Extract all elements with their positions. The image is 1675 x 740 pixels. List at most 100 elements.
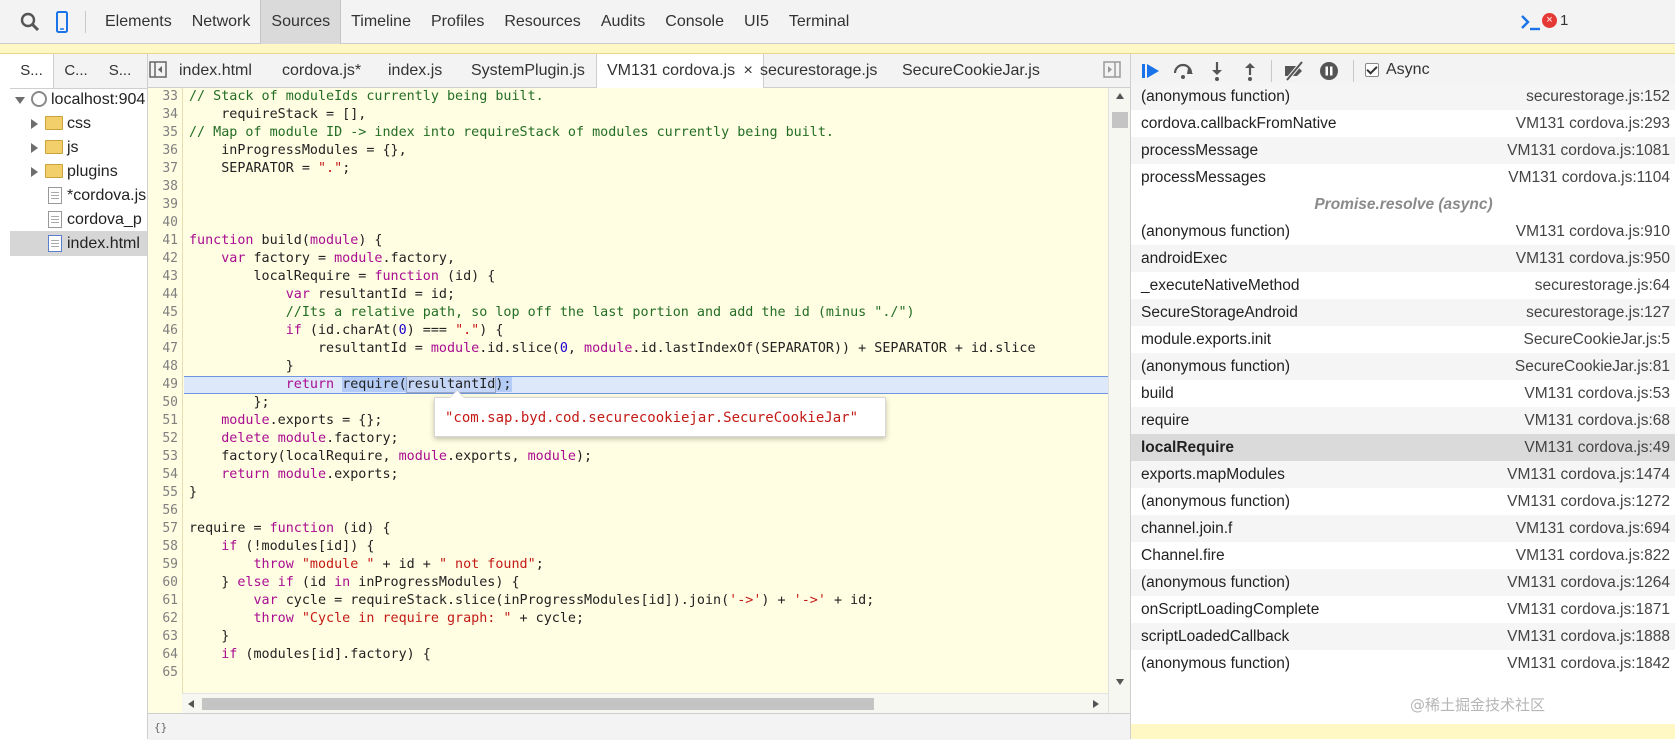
call-frame-location[interactable]: VM131 cordova.js:293 bbox=[1516, 110, 1670, 137]
editor-tab-vm131-cordova-js[interactable]: VM131 cordova.js × bbox=[596, 54, 764, 88]
call-frame-location[interactable]: securestorage.js:152 bbox=[1526, 83, 1670, 110]
line-number[interactable]: 38 bbox=[148, 178, 178, 196]
call-frame-location[interactable]: VM131 cordova.js:694 bbox=[1516, 515, 1670, 542]
tab-terminal[interactable]: Terminal bbox=[779, 0, 859, 44]
collapse-arrow-icon[interactable] bbox=[31, 119, 38, 129]
call-frame-location[interactable]: VM131 cordova.js:822 bbox=[1516, 542, 1670, 569]
call-frame[interactable]: (anonymous function) VM131 cordova.js:127… bbox=[1131, 488, 1675, 515]
call-frame-location[interactable]: VM131 cordova.js:1842 bbox=[1507, 650, 1670, 677]
line-number-gutter[interactable]: 33 34 35 36 37 38 39 40 41 42 43 44 45 4… bbox=[148, 88, 183, 713]
editor-tab-index-html[interactable]: index.html bbox=[179, 54, 252, 88]
call-frame-location[interactable]: securestorage.js:127 bbox=[1526, 299, 1670, 326]
line-number[interactable]: 46 bbox=[148, 322, 178, 340]
scroll-up-icon[interactable] bbox=[1115, 92, 1125, 100]
call-frame-location[interactable]: VM131 cordova.js:49 bbox=[1524, 434, 1670, 461]
line-number[interactable]: 55 bbox=[148, 484, 178, 502]
call-frame[interactable]: localRequire VM131 cordova.js:49 bbox=[1131, 434, 1675, 461]
call-frame-location[interactable]: SecureCookieJar.js:81 bbox=[1515, 353, 1670, 380]
call-frame-location[interactable]: VM131 cordova.js:950 bbox=[1516, 245, 1670, 272]
line-number[interactable]: 60 bbox=[148, 574, 178, 592]
call-frame-location[interactable]: VM131 cordova.js:68 bbox=[1524, 407, 1670, 434]
value-popover[interactable]: "com.sap.byd.cod.securecookiejar.SecureC… bbox=[434, 390, 886, 437]
line-number-current[interactable]: 49 bbox=[148, 376, 178, 394]
tab-content-scripts[interactable]: C... bbox=[54, 54, 98, 88]
expand-arrow-icon[interactable] bbox=[15, 97, 25, 104]
tree-item-css[interactable]: css bbox=[10, 111, 147, 136]
tab-audits[interactable]: Audits bbox=[591, 0, 655, 44]
call-frame-location[interactable]: VM131 cordova.js:1081 bbox=[1507, 137, 1670, 164]
line-number[interactable]: 54 bbox=[148, 466, 178, 484]
horizontal-scrollbar[interactable] bbox=[182, 693, 1108, 713]
checkbox-icon[interactable] bbox=[1365, 63, 1379, 77]
tab-sources[interactable]: Sources bbox=[260, 0, 342, 44]
search-icon[interactable] bbox=[18, 10, 42, 34]
step-into-icon[interactable] bbox=[1205, 59, 1229, 83]
line-number[interactable]: 37 bbox=[148, 160, 178, 178]
toggle-navigator-icon[interactable] bbox=[148, 59, 170, 81]
call-frame[interactable]: scriptLoadedCallback VM131 cordova.js:188… bbox=[1131, 623, 1675, 650]
close-icon[interactable]: × bbox=[744, 62, 753, 79]
line-number[interactable]: 58 bbox=[148, 538, 178, 556]
call-frame[interactable]: (anonymous function) securestorage.js:152 bbox=[1131, 83, 1675, 110]
step-out-icon[interactable] bbox=[1238, 59, 1262, 83]
collapse-arrow-icon[interactable] bbox=[31, 167, 38, 177]
tab-resources[interactable]: Resources bbox=[494, 0, 590, 44]
tab-profiles[interactable]: Profiles bbox=[421, 0, 494, 44]
call-frame[interactable]: exports.mapModules VM131 cordova.js:1474 bbox=[1131, 461, 1675, 488]
line-number[interactable]: 33 bbox=[148, 88, 178, 106]
tree-item-cordova-plugins[interactable]: cordova_p bbox=[10, 207, 147, 232]
console-drawer-icon[interactable] bbox=[1518, 10, 1542, 34]
line-number[interactable]: 36 bbox=[148, 142, 178, 160]
line-number[interactable]: 45 bbox=[148, 304, 178, 322]
editor-tab-securestorage-js[interactable]: securestorage.js bbox=[760, 54, 877, 88]
line-number[interactable]: 50 bbox=[148, 394, 178, 412]
call-frame[interactable]: androidExec VM131 cordova.js:950 bbox=[1131, 245, 1675, 272]
line-number[interactable]: 40 bbox=[148, 214, 178, 232]
scroll-down-icon[interactable] bbox=[1115, 678, 1125, 686]
pretty-print-icon[interactable]: {} bbox=[154, 720, 168, 734]
line-number[interactable]: 51 bbox=[148, 412, 178, 430]
tab-sources-navigator[interactable]: S... bbox=[10, 54, 54, 88]
toggle-debugger-icon[interactable] bbox=[1102, 59, 1124, 81]
line-number[interactable]: 64 bbox=[148, 646, 178, 664]
horizontal-scroll-thumb[interactable] bbox=[202, 698, 874, 710]
line-number[interactable]: 44 bbox=[148, 286, 178, 304]
call-frame[interactable]: cordova.callbackFromNative VM131 cordova.… bbox=[1131, 110, 1675, 137]
tab-elements[interactable]: Elements bbox=[95, 0, 182, 44]
call-frame-location[interactable]: VM131 cordova.js:1888 bbox=[1507, 623, 1670, 650]
tab-network[interactable]: Network bbox=[182, 0, 261, 44]
deactivate-breakpoints-icon[interactable] bbox=[1282, 59, 1306, 83]
call-frame[interactable]: Channel.fire VM131 cordova.js:822 bbox=[1131, 542, 1675, 569]
tab-console[interactable]: Console bbox=[655, 0, 734, 44]
async-checkbox[interactable]: Async bbox=[1365, 61, 1430, 79]
call-frame[interactable]: module.exports.init SecureCookieJar.js:5 bbox=[1131, 326, 1675, 353]
call-frame-location[interactable]: VM131 cordova.js:1871 bbox=[1507, 596, 1670, 623]
tab-ui5[interactable]: UI5 bbox=[734, 0, 779, 44]
call-frame[interactable]: onScriptLoadingComplete VM131 cordova.js:… bbox=[1131, 596, 1675, 623]
line-number[interactable]: 59 bbox=[148, 556, 178, 574]
editor-tab-cordova-js[interactable]: cordova.js* bbox=[282, 54, 361, 88]
editor-tab-index-js[interactable]: index.js bbox=[388, 54, 442, 88]
call-frame[interactable]: channel.join.f VM131 cordova.js:694 bbox=[1131, 515, 1675, 542]
call-frame[interactable]: (anonymous function) VM131 cordova.js:184… bbox=[1131, 650, 1675, 677]
error-count-badge[interactable]: × 1 bbox=[1542, 12, 1568, 29]
tab-timeline[interactable]: Timeline bbox=[341, 0, 421, 44]
tree-item-cordova-js[interactable]: *cordova.js bbox=[10, 183, 147, 208]
call-frame-location[interactable]: VM131 cordova.js:910 bbox=[1516, 218, 1670, 245]
line-number[interactable]: 48 bbox=[148, 358, 178, 376]
call-frame[interactable]: _executeNativeMethod securestorage.js:64 bbox=[1131, 272, 1675, 299]
vertical-scrollbar[interactable] bbox=[1108, 88, 1130, 713]
line-number[interactable]: 39 bbox=[148, 196, 178, 214]
line-number[interactable]: 42 bbox=[148, 250, 178, 268]
line-number[interactable]: 53 bbox=[148, 448, 178, 466]
call-frame[interactable]: processMessages VM131 cordova.js:1104 bbox=[1131, 164, 1675, 191]
editor-tab-systemplugin-js[interactable]: SystemPlugin.js bbox=[471, 54, 585, 88]
scroll-right-icon[interactable] bbox=[1092, 699, 1100, 709]
call-frame-location[interactable]: securestorage.js:64 bbox=[1535, 272, 1670, 299]
call-frame-location[interactable]: VM131 cordova.js:1272 bbox=[1507, 488, 1670, 515]
resume-icon[interactable] bbox=[1139, 59, 1163, 83]
device-mode-icon[interactable] bbox=[50, 10, 74, 34]
call-frame[interactable]: SecureStorageAndroid securestorage.js:127 bbox=[1131, 299, 1675, 326]
call-frame-location[interactable]: VM131 cordova.js:1104 bbox=[1508, 164, 1670, 191]
tree-item-host[interactable]: localhost:904 bbox=[10, 87, 147, 112]
